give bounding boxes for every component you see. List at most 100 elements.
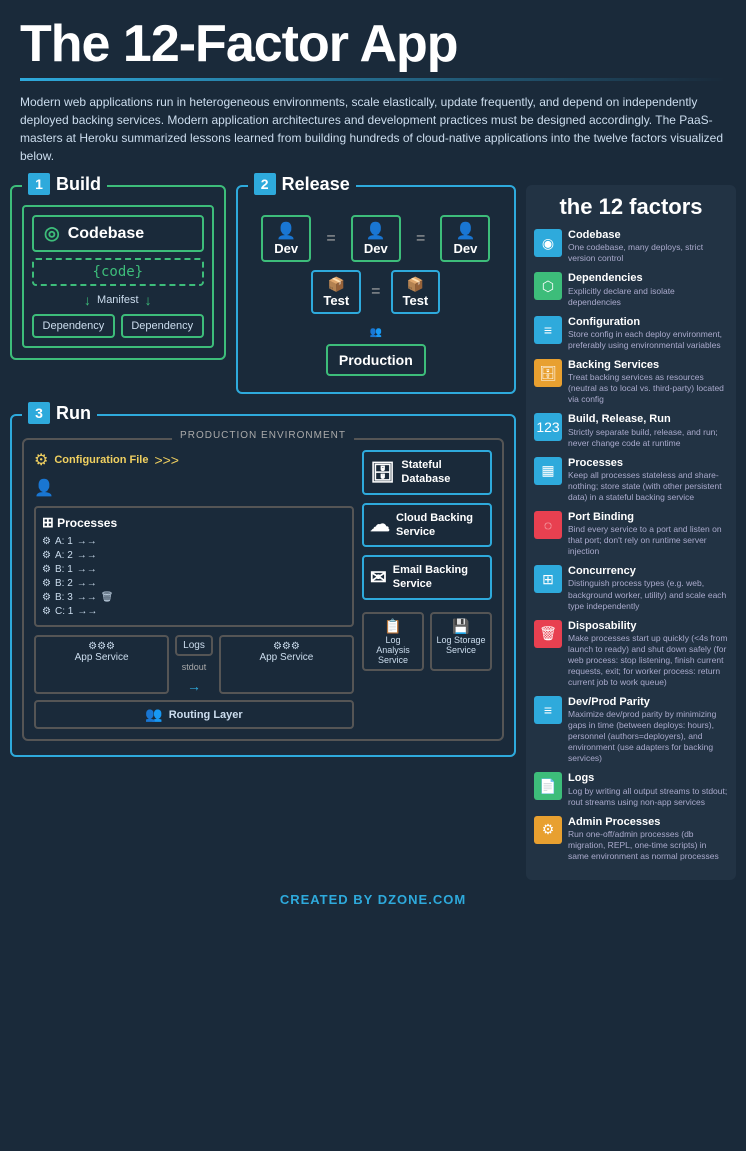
app-service-label-1: App Service	[40, 652, 163, 663]
person-icon-row: 👤	[34, 478, 354, 498]
test-label-1: Test	[323, 293, 349, 308]
factor-desc-5: Strictly separate build, release, and ru…	[568, 427, 728, 449]
config-row: ⚙ Configuration File >>>	[34, 450, 354, 470]
run-number: 3	[28, 402, 50, 424]
factor-desc-10: Maximize dev/prod parity by minimizing g…	[568, 709, 728, 764]
cog-a1: ⚙	[42, 535, 51, 549]
arrow-down-2: ↓	[145, 292, 152, 308]
arrow-a2: →→	[77, 549, 97, 563]
stateful-db-label: Stateful Database	[401, 458, 484, 487]
factor-icon-10: ≡	[534, 696, 562, 724]
release-arrow: 👥	[254, 322, 498, 340]
cog-icon: ⚙	[34, 450, 48, 470]
mail-icon: ✉	[370, 565, 387, 590]
main-content: 1 Build ◎ Codebase {code} ↓ Manifest ↓	[0, 185, 746, 880]
factor-text-5: Build, Release, Run Strictly separate bu…	[568, 413, 728, 448]
test-box-2: 📦 Test	[391, 270, 441, 314]
cog-b1: ⚙	[42, 563, 51, 577]
arrow-b2: →→	[77, 577, 97, 591]
cog-b3: ⚙	[42, 591, 51, 605]
dependency-row: Dependency Dependency	[32, 314, 204, 338]
trash-b3: 🗑	[101, 591, 114, 605]
app-service-label-2: App Service	[225, 652, 348, 663]
config-arrows: >>>	[154, 452, 179, 468]
build-inner: ◎ Codebase {code} ↓ Manifest ↓ Dependenc…	[22, 205, 214, 348]
factor-desc-2: Explicitly declare and isolate dependenc…	[568, 286, 728, 308]
arrow-down-1: ↓	[84, 292, 91, 308]
factor-name-2: Dependencies	[568, 272, 728, 285]
app-services-row: ⚙⚙⚙ App Service Logs stdout → ⚙⚙⚙ App Se…	[34, 635, 354, 694]
factor-item-8: ⊞ Concurrency Distinguish process types …	[534, 565, 728, 611]
app-service-2: ⚙⚙⚙ App Service	[219, 635, 354, 694]
dev-sep-2: =	[416, 230, 425, 248]
log-storage-box: 💾 Log Storage Service	[430, 612, 492, 671]
dev-row: 👤 Dev = 👤 Dev = 👤 Dev	[254, 215, 498, 262]
cog-a2: ⚙	[42, 549, 51, 563]
left-panel: 1 Build ◎ Codebase {code} ↓ Manifest ↓	[10, 185, 516, 880]
factor-icon-9: 🗑	[534, 620, 562, 648]
factor-name-9: Disposability	[568, 620, 728, 633]
factor-name-7: Port Binding	[568, 511, 728, 524]
release-section: 2 Release 👤 Dev = 👤 Dev	[236, 185, 516, 394]
factor-icon-12: ⚙	[534, 816, 562, 844]
factor-text-8: Concurrency Distinguish process types (e…	[568, 565, 728, 611]
arrow-b3: →→	[77, 591, 97, 605]
test-sep: =	[371, 283, 380, 301]
run-inner: ⚙ Configuration File >>> 👤 ⊞ Processes	[34, 450, 492, 729]
factor-text-12: Admin Processes Run one-off/admin proces…	[568, 816, 728, 862]
header: The 12-Factor App Modern web application…	[0, 0, 746, 185]
dev-sep-1: =	[326, 230, 335, 248]
routing-layer: 👥 Routing Layer	[34, 700, 354, 729]
processes-title: ⊞ Processes	[42, 514, 346, 531]
factor-text-2: Dependencies Explicitly declare and isol…	[568, 272, 728, 307]
process-c1: ⚙ C: 1 →→	[42, 605, 346, 619]
arrow-b1: →→	[77, 563, 97, 577]
dev-box-3: 👤 Dev	[440, 215, 490, 262]
factor-name-11: Logs	[568, 772, 728, 785]
factor-text-10: Dev/Prod Parity Maximize dev/prod parity…	[568, 696, 728, 764]
factor-item-10: ≡ Dev/Prod Parity Maximize dev/prod pari…	[534, 696, 728, 764]
dependency-2: Dependency	[121, 314, 204, 338]
factor-desc-6: Keep all processes stateless and share-n…	[568, 470, 728, 503]
process-a1: ⚙ A: 1 →→	[42, 535, 346, 549]
dev-box-1: 👤 Dev	[261, 215, 311, 262]
person-icon: 👤	[34, 478, 54, 498]
header-description: Modern web applications run in heterogen…	[20, 89, 726, 175]
factor-item-1: ◉ Codebase One codebase, many deploys, s…	[534, 229, 728, 264]
build-number: 1	[28, 173, 50, 195]
run-section: 3 Run PRODUCTION ENVIRONMENT ⚙ Configura…	[10, 414, 516, 757]
factor-icon-1: ◉	[534, 229, 562, 257]
cog-b2: ⚙	[42, 577, 51, 591]
build-title: Build	[56, 174, 101, 195]
logs-stdout-col: Logs stdout →	[175, 635, 213, 694]
process-b2: ⚙ B: 2 →→	[42, 577, 346, 591]
factor-name-3: Configuration	[568, 316, 728, 329]
stdout-arrow: →	[187, 678, 201, 694]
log-services: 📋 Log Analysis Service 💾 Log Storage Ser…	[362, 612, 492, 671]
log-analysis-box: 📋 Log Analysis Service	[362, 612, 424, 671]
factor-item-6: ▦ Processes Keep all processes stateless…	[534, 457, 728, 503]
test-label-2: Test	[403, 293, 429, 308]
factor-desc-12: Run one-off/admin processes (db migratio…	[568, 829, 728, 862]
code-box: {code}	[32, 258, 204, 286]
factor-item-5: 123 Build, Release, Run Strictly separat…	[534, 413, 728, 448]
factor-icon-7: ◌	[534, 511, 562, 539]
log-storage-label: Log Storage Service	[436, 635, 486, 655]
dev-box-2: 👤 Dev	[351, 215, 401, 262]
release-number: 2	[254, 173, 276, 195]
factor-desc-4: Treat backing services as resources (neu…	[568, 372, 728, 405]
log-analysis-label: Log Analysis Service	[368, 635, 418, 665]
test-box-1: 📦 Test	[311, 270, 361, 314]
factor-name-10: Dev/Prod Parity	[568, 696, 728, 709]
logs-box: Logs	[175, 635, 213, 656]
release-column: 2 Release 👤 Dev = 👤 Dev	[236, 185, 516, 404]
factor-name-1: Codebase	[568, 229, 728, 242]
factor-text-6: Processes Keep all processes stateless a…	[568, 457, 728, 503]
factor-icon-11: 📄	[534, 772, 562, 800]
cloud-backing-box: ☁ Cloud Backing Service	[362, 503, 492, 548]
factors-title: the 12 factors	[534, 195, 728, 219]
factor-name-4: Backing Services	[568, 359, 728, 372]
factor-name-8: Concurrency	[568, 565, 728, 578]
db-icon: 🗄	[370, 460, 395, 485]
factor-desc-1: One codebase, many deploys, strict versi…	[568, 242, 728, 264]
